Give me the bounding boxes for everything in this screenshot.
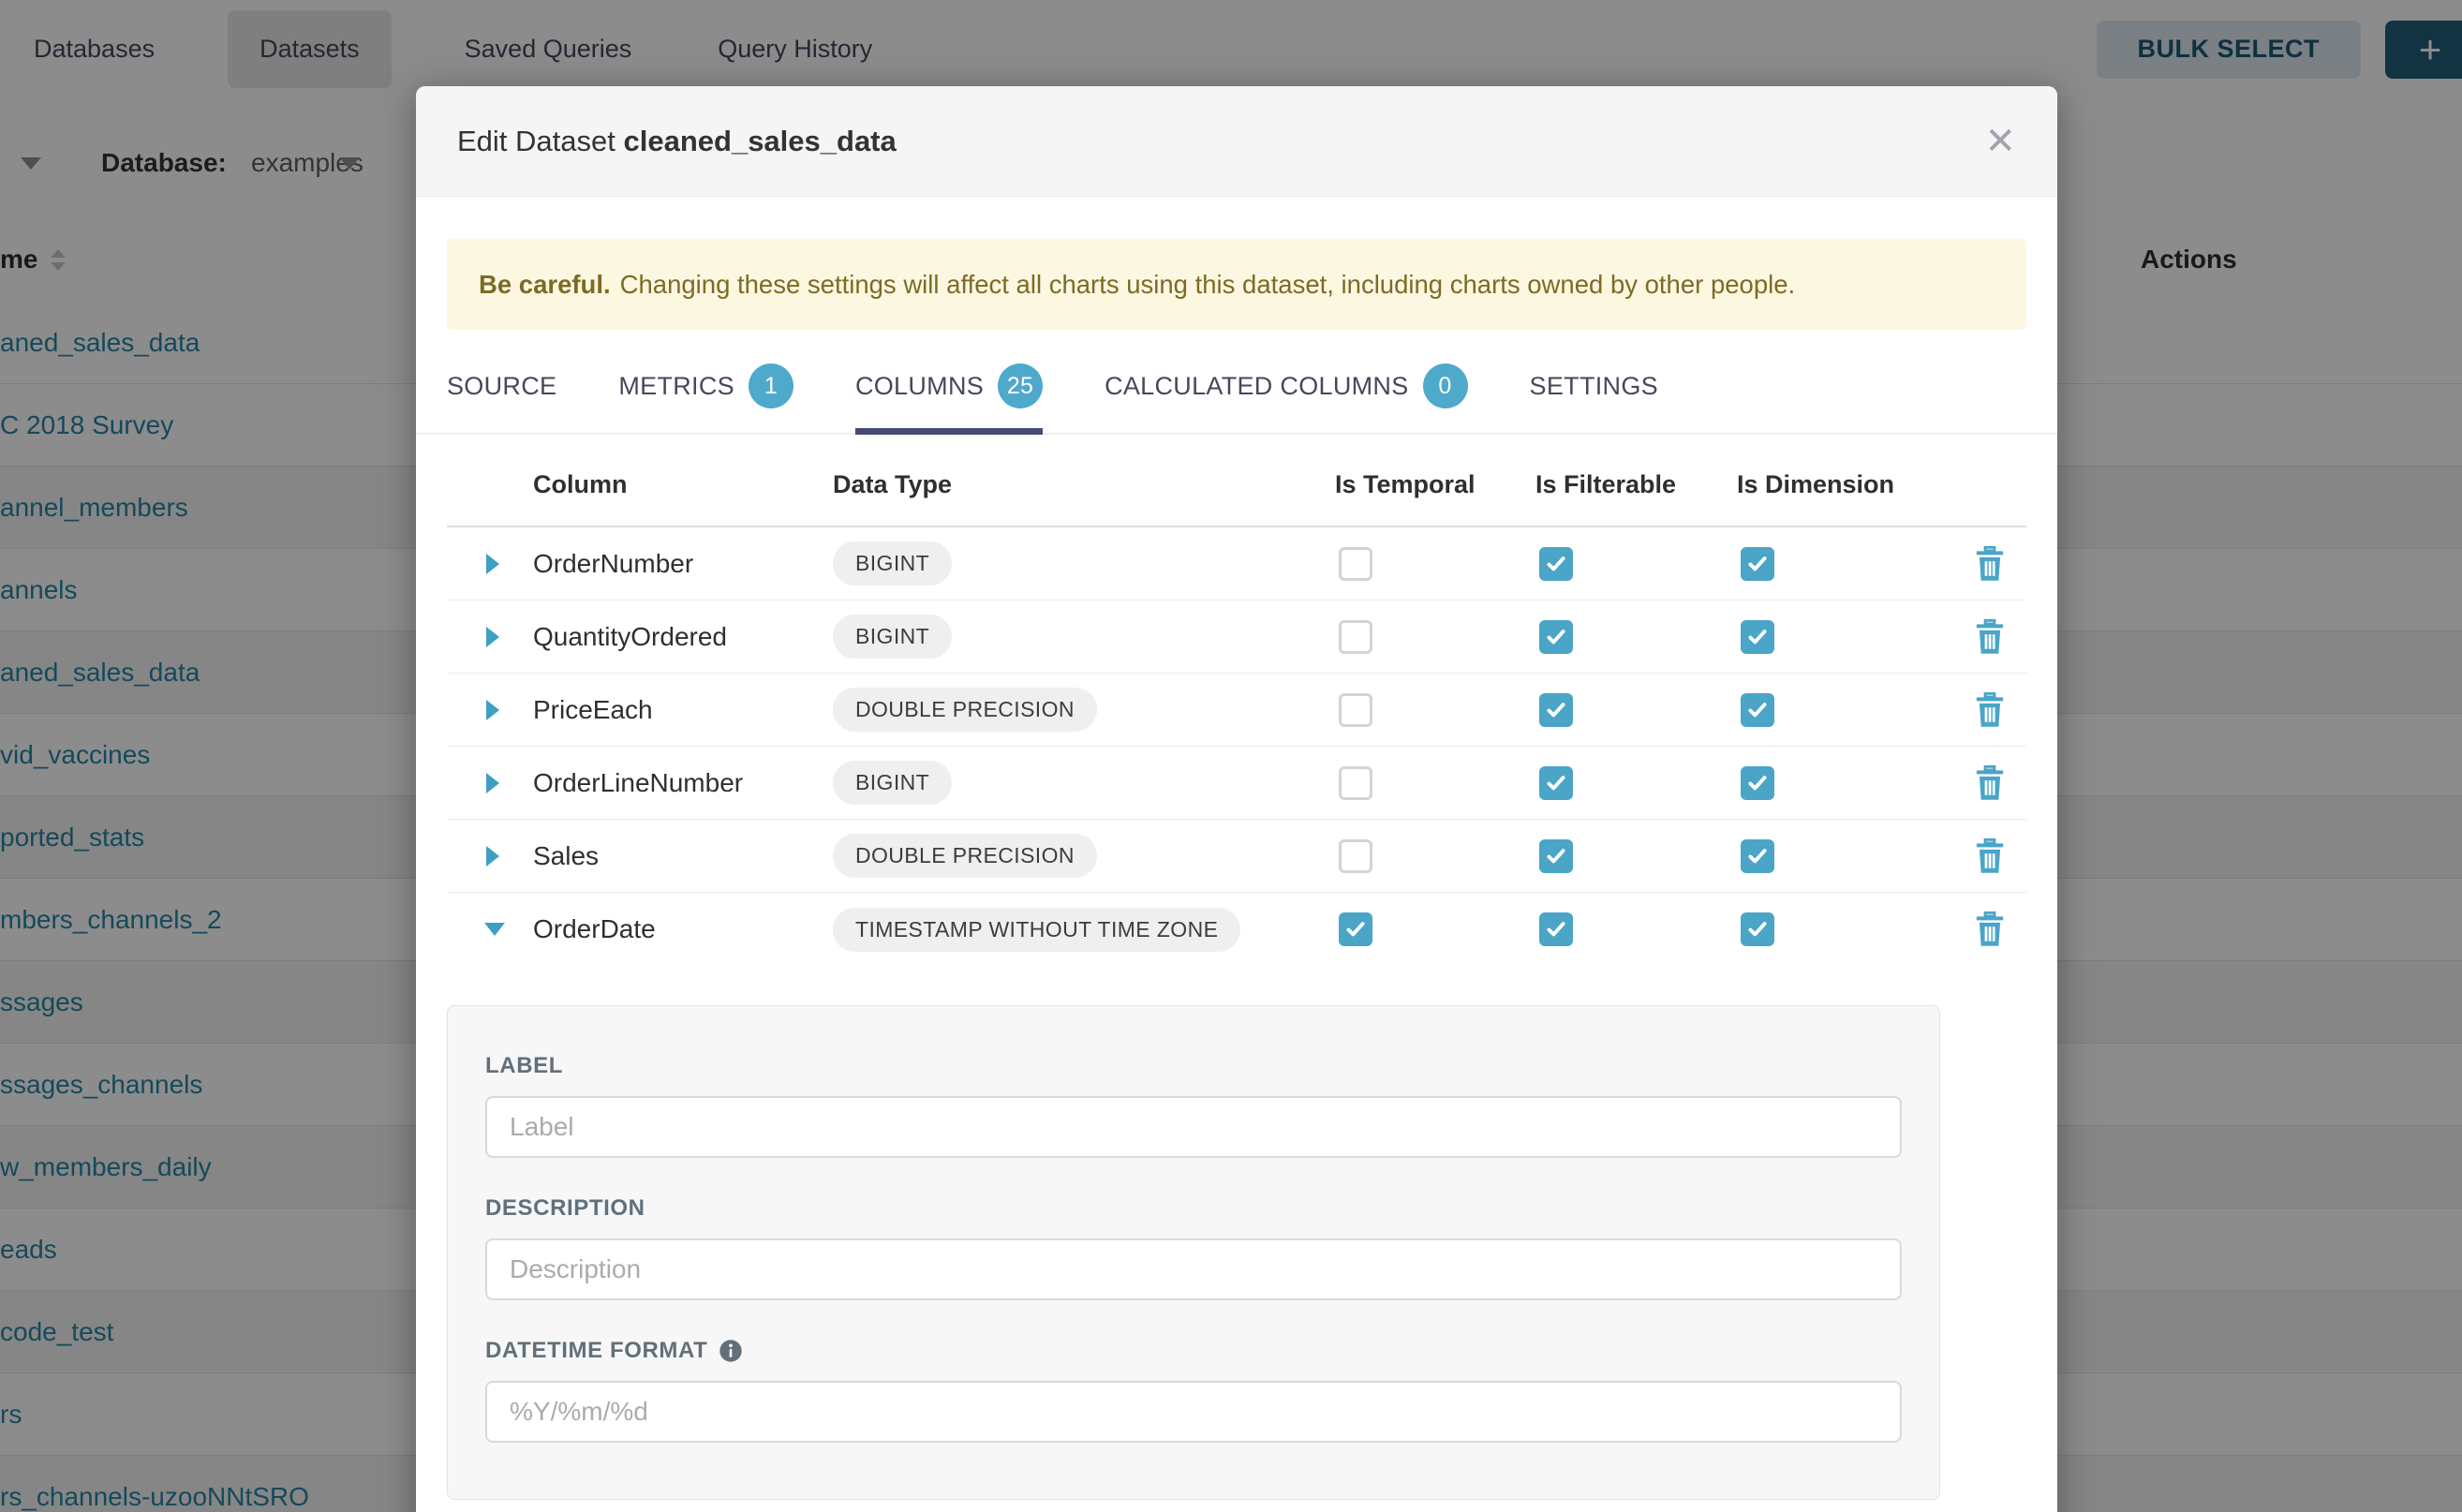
is-filterable-checkbox[interactable] — [1539, 547, 1573, 581]
is-filterable-checkbox[interactable] — [1539, 912, 1573, 946]
column-row: OrderLineNumber BIGINT — [447, 747, 2026, 820]
warning-bold-text: Be careful. — [479, 270, 611, 300]
is-temporal-checkbox[interactable] — [1339, 839, 1372, 873]
data-type-pill: DOUBLE PRECISION — [833, 834, 1097, 878]
datetime-format-input[interactable] — [485, 1381, 1902, 1443]
column-name: OrderLineNumber — [533, 768, 833, 798]
is-filterable-checkbox[interactable] — [1539, 620, 1573, 654]
expand-caret-icon[interactable] — [486, 700, 499, 720]
is-dimension-checkbox[interactable] — [1741, 912, 1774, 946]
trash-icon[interactable] — [1974, 618, 2006, 656]
expand-caret-icon[interactable] — [486, 773, 499, 793]
modal-title-prefix: Edit Dataset — [457, 125, 616, 157]
datetime-format-field-label: DATETIME FORMAT — [485, 1338, 1902, 1364]
data-type-pill: BIGINT — [833, 761, 952, 805]
is-temporal-checkbox[interactable] — [1339, 547, 1372, 581]
is-dimension-checkbox[interactable] — [1741, 693, 1774, 727]
is-dimension-checkbox[interactable] — [1741, 766, 1774, 800]
column-name: Sales — [533, 841, 833, 871]
trash-icon[interactable] — [1974, 911, 2006, 948]
warning-banner: Be careful. Changing these settings will… — [447, 239, 2026, 330]
trash-icon[interactable] — [1974, 691, 2006, 729]
column-row: OrderDate TIMESTAMP WITHOUT TIME ZONE — [447, 893, 2026, 966]
modal-tab[interactable]: COLUMNS 25 — [855, 363, 1043, 433]
is-filterable-checkbox[interactable] — [1539, 766, 1573, 800]
is-temporal-checkbox[interactable] — [1339, 620, 1372, 654]
expand-caret-icon[interactable] — [484, 923, 505, 936]
modal-tab-label: SETTINGS — [1530, 372, 1658, 401]
column-row: PriceEach DOUBLE PRECISION — [447, 674, 2026, 747]
tab-count-badge: 0 — [1423, 363, 1468, 408]
close-icon[interactable]: ✕ — [1984, 123, 2016, 160]
is-dimension-header: Is Dimension — [1737, 470, 1952, 499]
column-name: OrderNumber — [533, 549, 833, 579]
label-field-label: LABEL — [485, 1053, 1902, 1079]
modal-tab-label: SOURCE — [447, 372, 556, 401]
column-header: Column — [533, 470, 833, 499]
trash-icon[interactable] — [1974, 838, 2006, 875]
label-field-block: LABEL — [485, 1053, 1902, 1158]
column-name: OrderDate — [533, 914, 833, 944]
column-row: Sales DOUBLE PRECISION — [447, 820, 2026, 893]
modal-tab[interactable]: CALCULATED COLUMNS 0 — [1105, 363, 1467, 433]
tab-count-badge: 25 — [998, 363, 1043, 408]
data-type-header: Data Type — [833, 470, 1335, 499]
columns-table-body: OrderNumber BIGINT QuantityOrdered BIGIN… — [447, 527, 2026, 966]
trash-icon[interactable] — [1974, 545, 2006, 583]
column-name: PriceEach — [533, 695, 833, 725]
description-field-label: DESCRIPTION — [485, 1195, 1902, 1222]
modal-dataset-name: cleaned_sales_data — [624, 125, 897, 157]
description-input[interactable] — [485, 1238, 1902, 1300]
is-filterable-checkbox[interactable] — [1539, 693, 1573, 727]
column-row: QuantityOrdered BIGINT — [447, 600, 2026, 674]
expand-caret-icon[interactable] — [486, 846, 499, 867]
edit-dataset-modal: Edit Dataset cleaned_sales_data ✕ Be car… — [416, 86, 2057, 1512]
datetime-format-label-text: DATETIME FORMAT — [485, 1338, 707, 1364]
modal-tab[interactable]: SOURCE — [447, 363, 556, 433]
column-row: OrderNumber BIGINT — [447, 527, 2026, 600]
is-dimension-checkbox[interactable] — [1741, 547, 1774, 581]
columns-table-header: Column Data Type Is Temporal Is Filterab… — [447, 435, 2026, 527]
modal-tab-label: METRICS — [618, 372, 734, 401]
warning-text: Changing these settings will affect all … — [620, 270, 1796, 300]
is-temporal-checkbox[interactable] — [1339, 693, 1372, 727]
is-temporal-checkbox[interactable] — [1339, 912, 1372, 946]
is-filterable-header: Is Filterable — [1535, 470, 1737, 499]
data-type-pill: BIGINT — [833, 615, 952, 659]
expand-caret-icon[interactable] — [486, 627, 499, 647]
modal-tabs-bar: SOURCE METRICS 1 COLUMNS 25 CALCULATED C… — [416, 363, 2057, 435]
trash-icon[interactable] — [1974, 764, 2006, 802]
modal-title: Edit Dataset cleaned_sales_data — [457, 125, 897, 158]
datetime-format-field-block: DATETIME FORMAT — [485, 1338, 1902, 1443]
datasets-page: DatabasesDatasetsSaved QueriesQuery Hist… — [0, 0, 2462, 1512]
column-name: QuantityOrdered — [533, 622, 833, 652]
is-filterable-checkbox[interactable] — [1539, 839, 1573, 873]
description-field-block: DESCRIPTION — [485, 1195, 1902, 1300]
data-type-pill: DOUBLE PRECISION — [833, 688, 1097, 732]
modal-header: Edit Dataset cleaned_sales_data ✕ — [416, 86, 2057, 197]
columns-table: Column Data Type Is Temporal Is Filterab… — [447, 435, 2026, 966]
tab-count-badge: 1 — [749, 363, 793, 408]
column-editor-panel: LABEL DESCRIPTION DATETIME FORMAT — [447, 1005, 1940, 1500]
is-dimension-checkbox[interactable] — [1741, 839, 1774, 873]
info-icon[interactable] — [719, 1339, 743, 1363]
data-type-pill: TIMESTAMP WITHOUT TIME ZONE — [833, 908, 1240, 952]
is-temporal-checkbox[interactable] — [1339, 766, 1372, 800]
data-type-pill: BIGINT — [833, 541, 952, 586]
modal-tabs: SOURCE METRICS 1 COLUMNS 25 CALCULATED C… — [447, 363, 2026, 433]
modal-tab[interactable]: METRICS 1 — [618, 363, 793, 433]
modal-tab[interactable]: SETTINGS — [1530, 363, 1658, 433]
modal-tab-label: COLUMNS — [855, 372, 984, 401]
is-temporal-header: Is Temporal — [1335, 470, 1535, 499]
is-dimension-checkbox[interactable] — [1741, 620, 1774, 654]
modal-tab-label: CALCULATED COLUMNS — [1105, 372, 1408, 401]
expand-caret-icon[interactable] — [486, 554, 499, 574]
label-input[interactable] — [485, 1096, 1902, 1158]
